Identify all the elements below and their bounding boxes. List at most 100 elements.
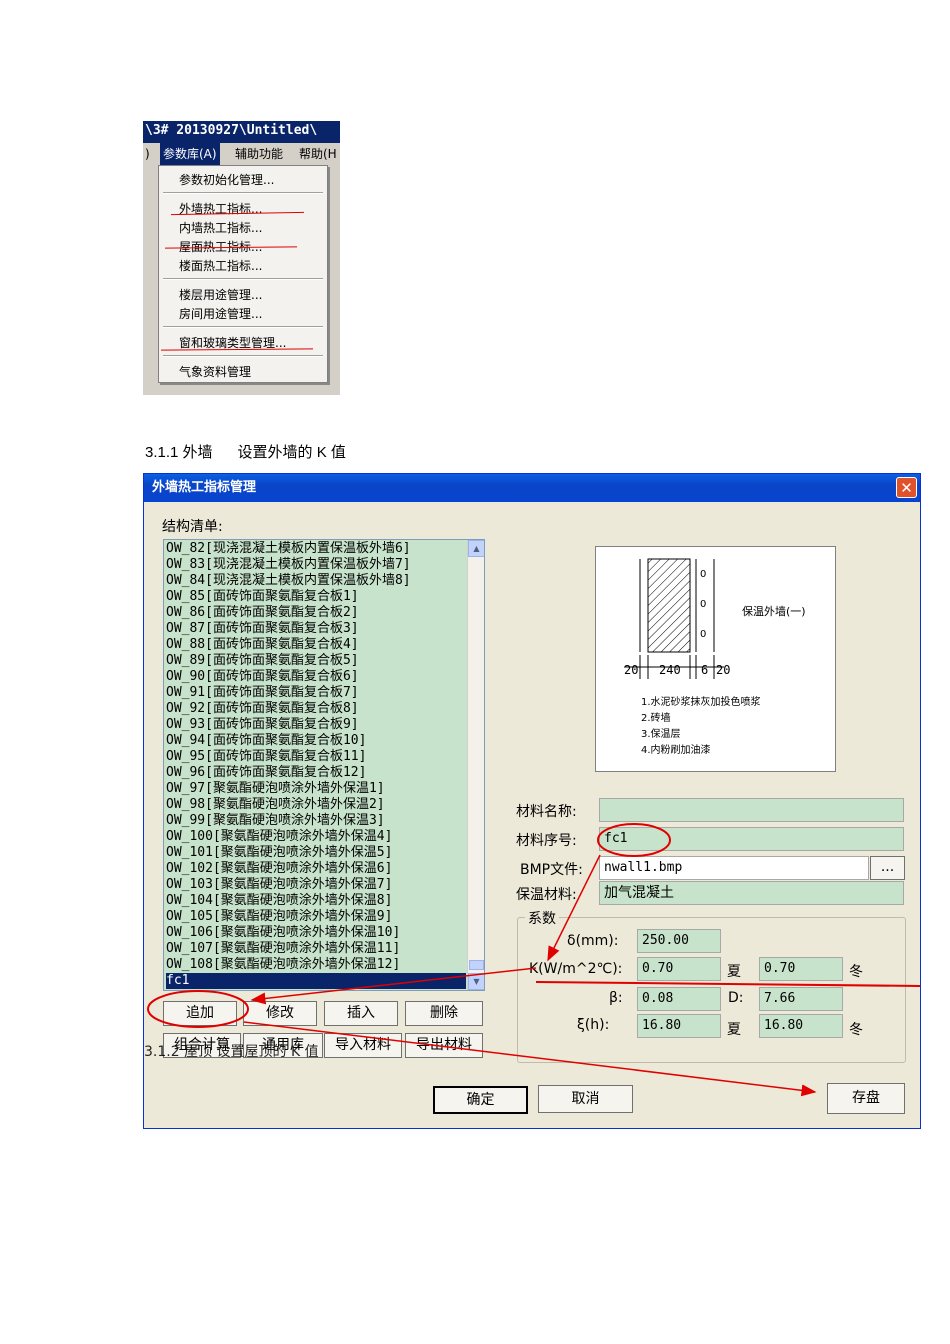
cancel-button[interactable]: 取消 [538, 1085, 633, 1113]
list-item[interactable]: OW_90[面砖饰面聚氨酯复合板6] [166, 669, 359, 685]
material-name-label: 材料名称: [516, 804, 577, 820]
summer-label: 夏 [727, 1022, 741, 1038]
list-item[interactable]: OW_85[面砖饰面聚氨酯复合板1] [166, 589, 359, 605]
menu-help[interactable]: 帮助(H [299, 143, 337, 165]
d-label: D: [728, 990, 744, 1006]
list-item[interactable]: OW_95[面砖饰面聚氨酯复合板11] [166, 749, 366, 765]
menu-item-floor[interactable]: 楼面热工指标... [179, 257, 262, 274]
brick-layer [647, 558, 691, 653]
material-no-label: 材料序号: [516, 833, 577, 849]
scroll-up-icon[interactable]: ▲ [468, 540, 484, 557]
list-item[interactable]: OW_93[面砖饰面聚氨酯复合板9] [166, 717, 359, 733]
insulation-label: 保温材料: [516, 887, 577, 903]
preview-note: 4.内粉刷加油漆 [641, 743, 711, 756]
list-item[interactable]: OW_84[现浇混凝土模板内置保温板外墙8] [166, 573, 411, 589]
browse-button[interactable]: ... [870, 856, 905, 880]
window-title: \3# 20130927\Untitled\ [143, 121, 340, 143]
list-label: 结构清单: [162, 519, 223, 535]
delta-field[interactable]: 250.00 [637, 929, 721, 953]
export-material-button[interactable]: 导出材料 [405, 1033, 483, 1058]
dialog-titlebar: 外墙热工指标管理 ✕ [144, 474, 920, 502]
preview-title: 保温外墙(一) [742, 604, 806, 618]
xi-label: ξ(h): [577, 1017, 610, 1033]
import-material-button[interactable]: 导入材料 [324, 1033, 402, 1058]
list-item[interactable]: OW_83[现浇混凝土模板内置保温板外墙7] [166, 557, 411, 573]
material-name-field[interactable] [599, 798, 904, 822]
preview-note: 2.砖墙 [641, 711, 671, 724]
menu-item-inner-wall[interactable]: 内墙热工指标... [179, 219, 262, 236]
list-item[interactable]: OW_82[现浇混凝土模板内置保温板外墙6] [166, 541, 411, 557]
list-item[interactable]: OW_94[面砖饰面聚氨酯复合板10] [166, 733, 366, 749]
menu-screenshot: \3# 20130927\Untitled\ ) 参数库(A) 辅助功能 帮助(… [143, 121, 340, 395]
list-item[interactable]: OW_102[聚氨酯硬泡喷涂外墙外保温6] [166, 861, 392, 877]
list-item[interactable]: OW_88[面砖饰面聚氨酯复合板4] [166, 637, 359, 653]
dialog-title: 外墙热工指标管理 [152, 480, 257, 495]
k-label: K(W/m^2℃): [529, 961, 623, 977]
dim-label: 6 [701, 663, 708, 677]
scroll-thumb[interactable] [469, 960, 484, 970]
beta-field[interactable]: 0.08 [637, 987, 721, 1011]
material-no-field[interactable]: fc1 [599, 827, 904, 851]
insert-button[interactable]: 插入 [324, 1001, 398, 1026]
preview-note: 1.水泥砂浆抹灰加投色喷浆 [641, 695, 761, 708]
list-item[interactable]: OW_86[面砖饰面聚氨酯复合板2] [166, 605, 359, 621]
menu-assist[interactable]: 辅助功能 [235, 143, 283, 165]
list-scrollbar[interactable]: ▲ ▼ [467, 540, 484, 990]
close-icon[interactable]: ✕ [896, 477, 917, 498]
list-item[interactable]: OW_99[聚氨酯硬泡喷涂外墙外保温3] [166, 813, 385, 829]
list-item[interactable]: OW_98[聚氨酯硬泡喷涂外墙外保温2] [166, 797, 385, 813]
k-winter-field[interactable]: 0.70 [759, 957, 843, 981]
menu-separator [163, 192, 323, 194]
menu-separator [163, 355, 323, 357]
winter-label: 冬 [849, 964, 863, 980]
delete-button[interactable]: 删除 [405, 1001, 483, 1026]
menu-item-param-init[interactable]: 参数初始化管理... [179, 171, 274, 188]
save-button[interactable]: 存盘 [827, 1083, 905, 1114]
menu-bar: ) 参数库(A) 辅助功能 帮助(H [143, 143, 340, 165]
list-item[interactable]: OW_105[聚氨酯硬泡喷涂外墙外保温9] [166, 909, 392, 925]
menu-separator [163, 278, 323, 280]
winter-label: 冬 [849, 1022, 863, 1038]
list-item[interactable]: OW_89[面砖饰面聚氨酯复合板5] [166, 653, 359, 669]
beta-label: β: [609, 990, 623, 1006]
delta-label: δ(mm): [567, 933, 619, 949]
list-item[interactable]: OW_108[聚氨酯硬泡喷涂外墙外保温12] [166, 957, 400, 973]
k-summer-field[interactable]: 0.70 [637, 957, 721, 981]
insulation-mark: 0 [700, 599, 706, 610]
section-caption: 3.1.1 外墙 设置外墙的 K 值 [145, 444, 346, 461]
dim-label: 240 [659, 663, 681, 677]
list-item[interactable]: OW_101[聚氨酯硬泡喷涂外墙外保温5] [166, 845, 392, 861]
menu-item-weather[interactable]: 气象资料管理 [179, 363, 251, 380]
xi-winter-field[interactable]: 16.80 [759, 1014, 843, 1038]
dim-label: 20 [624, 663, 638, 677]
list-item[interactable]: OW_104[聚氨酯硬泡喷涂外墙外保温8] [166, 893, 392, 909]
list-item[interactable]: OW_91[面砖饰面聚氨酯复合板7] [166, 685, 359, 701]
list-item[interactable]: OW_96[面砖饰面聚氨酯复合板12] [166, 765, 366, 781]
menu-param-lib[interactable]: 参数库(A) [160, 143, 220, 165]
ok-button[interactable]: 确定 [433, 1086, 528, 1114]
d-field[interactable]: 7.66 [759, 987, 843, 1011]
outer-wall-dialog: 外墙热工指标管理 ✕ 结构清单: OW_82[现浇混凝土模板内置保温板外墙6] O… [143, 473, 921, 1129]
list-item[interactable]: OW_87[面砖饰面聚氨酯复合板3] [166, 621, 359, 637]
overlay-caption: 3.1.2 屋顶 设置屋顶的 K 值 [144, 1044, 319, 1060]
preview-note: 3.保温层 [641, 727, 681, 740]
xi-summer-field[interactable]: 16.80 [637, 1014, 721, 1038]
menu-item-floor-usage[interactable]: 楼层用途管理... [179, 286, 262, 303]
modify-button[interactable]: 修改 [243, 1001, 317, 1026]
bmp-field[interactable]: nwall1.bmp [599, 856, 869, 880]
menu-partial[interactable]: ) [145, 143, 150, 165]
list-item[interactable]: OW_97[聚氨酯硬泡喷涂外墙外保温1] [166, 781, 385, 797]
list-item[interactable]: OW_100[聚氨酯硬泡喷涂外墙外保温4] [166, 829, 392, 845]
list-item[interactable]: fc1 [166, 973, 466, 989]
list-item[interactable]: OW_103[聚氨酯硬泡喷涂外墙外保温7] [166, 877, 392, 893]
list-item[interactable]: OW_107[聚氨酯硬泡喷涂外墙外保温11] [166, 941, 400, 957]
coef-group-title: 系数 [525, 908, 559, 928]
add-button[interactable]: 追加 [163, 1001, 237, 1026]
scroll-down-icon[interactable]: ▼ [468, 973, 484, 990]
list-item[interactable]: OW_92[面砖饰面聚氨酯复合板8] [166, 701, 359, 717]
insulation-field[interactable]: 加气混凝土 [599, 881, 904, 905]
menu-item-room-usage[interactable]: 房间用途管理... [179, 305, 262, 322]
list-item[interactable]: OW_106[聚氨酯硬泡喷涂外墙外保温10] [166, 925, 400, 941]
dim-label: 20 [716, 663, 730, 677]
structure-list[interactable]: OW_82[现浇混凝土模板内置保温板外墙6] OW_83[现浇混凝土模板内置保温板… [163, 539, 485, 991]
